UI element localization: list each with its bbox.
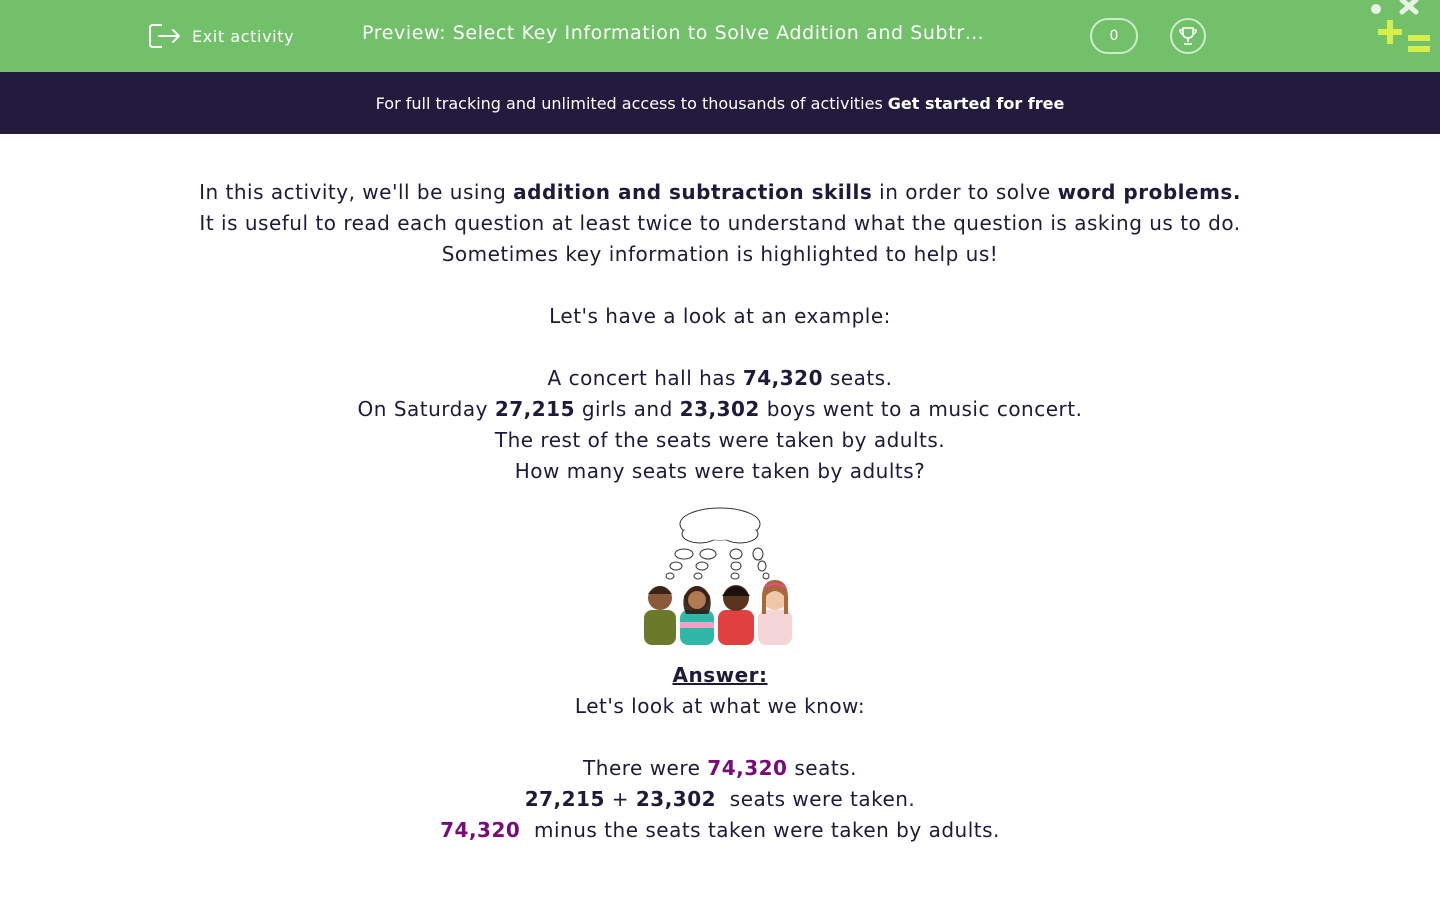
example-line-4: How many seats were taken by adults? <box>514 459 926 483</box>
trophy-button[interactable] <box>1170 18 1206 54</box>
highlighted-total: 74,320 <box>707 756 788 780</box>
thinking-children-illustration <box>0 504 1440 645</box>
intro-line-1: In this activity, we'll be using additio… <box>0 177 1440 208</box>
example-line-1: A concert hall has 74,320 seats. <box>0 363 1440 394</box>
score-counter: 0 <box>1090 18 1138 54</box>
girls-count: 27,215 <box>524 787 605 811</box>
highlighted-total: 74,320 <box>440 818 521 842</box>
answer-line-1: There were 74,320 seats. <box>0 753 1440 784</box>
answer-text: seats were taken. <box>716 787 916 811</box>
get-started-link[interactable]: Get started for free <box>888 94 1065 113</box>
seats-total: 74,320 <box>742 366 823 390</box>
example-text: seats. <box>823 366 893 390</box>
answer-text: There were <box>583 756 708 780</box>
activity-title: Preview: Select Key Information to Solve… <box>362 22 992 44</box>
exit-icon <box>149 24 180 48</box>
answer-heading: Answer: <box>672 663 768 687</box>
answer-text: seats. <box>787 756 857 780</box>
example-line-2: On Saturday 27,215 girls and 23,302 boys… <box>0 394 1440 425</box>
boys-count: 23,302 <box>679 397 760 421</box>
boys-count: 23,302 <box>635 787 717 811</box>
girls-count: 27,215 <box>494 397 575 421</box>
trophy-icon <box>1179 27 1197 45</box>
top-bar: Exit activity Preview: Select Key Inform… <box>0 0 1440 72</box>
intro-bold: word problems. <box>1057 180 1241 204</box>
answer-text: minus the seats taken were taken by adul… <box>520 818 1000 842</box>
answer-intro: Let's look at what we know: <box>574 694 866 718</box>
activity-content: In this activity, we'll be using additio… <box>0 177 1440 846</box>
maths-logo <box>1371 0 1430 52</box>
example-text: A concert hall has <box>547 366 743 390</box>
example-text: On Saturday <box>357 397 495 421</box>
exit-activity-label: Exit activity <box>192 26 295 46</box>
answer-line-3: 74,320 minus the seats taken were taken … <box>0 815 1440 846</box>
intro-line-2: It is useful to read each question at le… <box>199 211 1241 235</box>
signup-banner: For full tracking and unlimited access t… <box>0 72 1440 134</box>
answer-line-2: 27,215 + 23,302 seats were taken. <box>0 784 1440 815</box>
example-line-3: The rest of the seats were taken by adul… <box>494 428 946 452</box>
intro-line-3: Sometimes key information is highlighted… <box>441 242 999 266</box>
example-text: boys went to a music concert. <box>759 397 1083 421</box>
plus-sign: + <box>604 787 636 811</box>
intro-text: in order to solve <box>872 180 1058 204</box>
intro-line-4: Let's have a look at an example: <box>549 304 891 328</box>
thinking-children-illustration <box>644 507 792 645</box>
intro-bold: addition and subtraction skills <box>513 180 873 204</box>
exit-activity-button[interactable]: Exit activity <box>148 20 294 52</box>
example-text: girls and <box>575 397 680 421</box>
banner-text: For full tracking and unlimited access t… <box>375 93 883 113</box>
intro-text: In this activity, we'll be using <box>199 180 514 204</box>
